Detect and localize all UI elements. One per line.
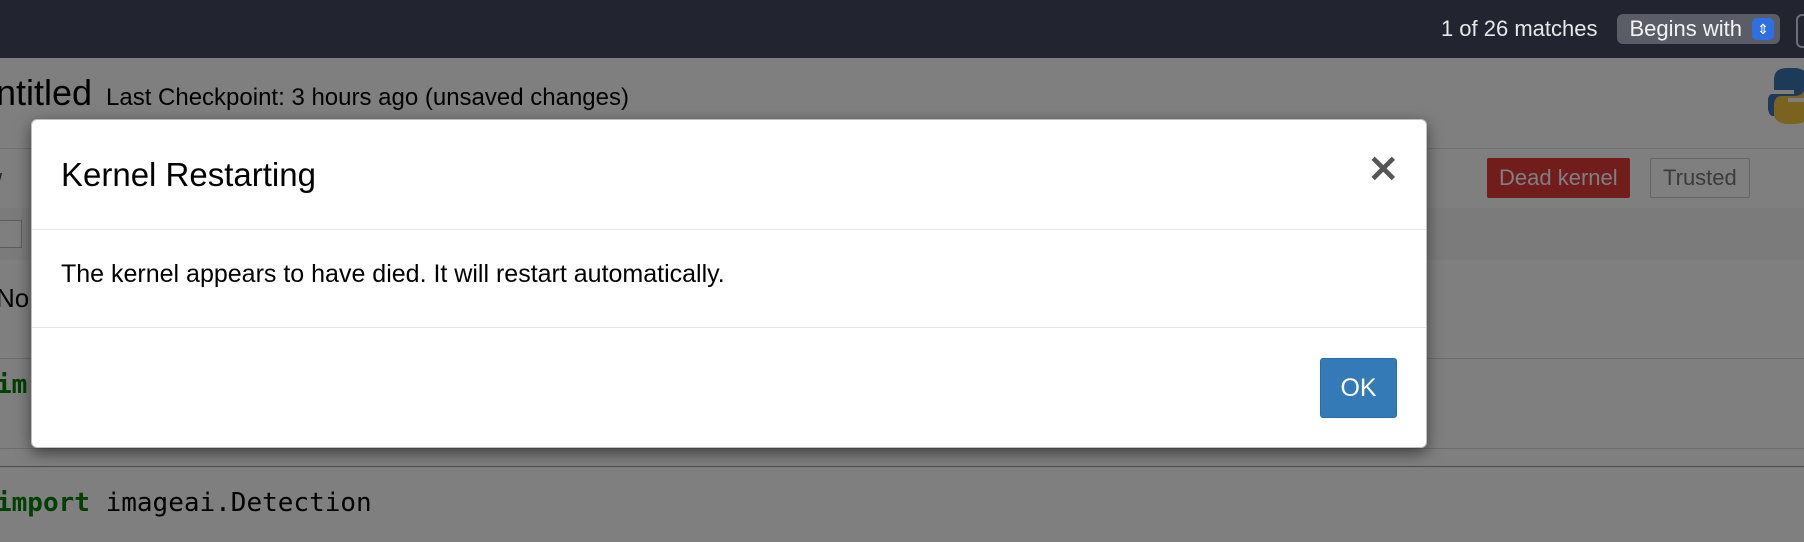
ok-button[interactable]: OK xyxy=(1320,358,1397,418)
dialog-message: The kernel appears to have died. It will… xyxy=(61,260,725,288)
dialog-title: Kernel Restarting xyxy=(61,156,316,193)
kernel-restart-dialog: Kernel Restarting × The kernel appears t… xyxy=(31,119,1427,448)
match-mode-value: Begins with xyxy=(1629,16,1742,41)
dialog-footer: OK xyxy=(32,328,1426,450)
dialog-header: Kernel Restarting × xyxy=(32,120,1426,230)
find-bar-edge-button[interactable] xyxy=(1796,14,1804,48)
match-mode-select[interactable]: Begins with ⇕ xyxy=(1617,14,1780,44)
updown-arrows-icon: ⇕ xyxy=(1752,18,1774,40)
find-bar: 1 of 26 matches Begins with ⇕ xyxy=(0,0,1804,58)
match-count: 1 of 26 matches xyxy=(1440,16,1598,41)
close-icon[interactable]: × xyxy=(1366,148,1400,188)
dialog-body: The kernel appears to have died. It will… xyxy=(32,230,1426,328)
